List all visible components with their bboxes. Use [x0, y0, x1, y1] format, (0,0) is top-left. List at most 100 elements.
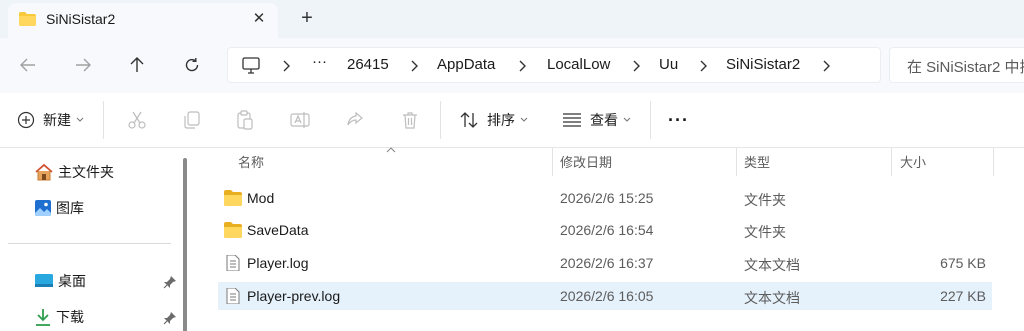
share-icon — [347, 111, 363, 126]
file-name: Mod — [247, 190, 275, 206]
breadcrumb-26415[interactable]: 26415 — [347, 56, 389, 73]
sidebar-item-label: 下载 — [56, 309, 84, 325]
sidebar-item-home[interactable]: 主文件夹 — [34, 160, 114, 184]
share-button[interactable] — [345, 105, 365, 135]
paste-icon — [237, 110, 253, 130]
file-name: Player.log — [247, 255, 309, 271]
sidebar-item-label: 主文件夹 — [58, 164, 114, 180]
arrow-right-icon — [76, 58, 91, 72]
sidebar-item-desktop[interactable]: 桌面 — [34, 269, 86, 293]
back-button[interactable] — [13, 51, 43, 79]
sort-icon — [460, 112, 478, 128]
column-header-modified[interactable]: 修改日期 — [560, 152, 612, 171]
chevron-right-icon[interactable] — [517, 59, 527, 73]
tab-sinisistar2[interactable]: SiNiSistar2 ✕ — [8, 3, 278, 38]
refresh-button[interactable] — [177, 51, 207, 79]
delete-button[interactable] — [400, 105, 420, 135]
toolbar-divider — [650, 101, 651, 139]
file-size: 675 KB — [940, 255, 986, 271]
address-bar[interactable]: ··· 26415 AppData LocalLow Uu SiNiSistar… — [227, 47, 881, 83]
sidebar-divider — [8, 243, 171, 244]
new-label: 新建 — [43, 112, 71, 128]
address-more-button[interactable]: ··· — [312, 53, 327, 70]
sidebar-item-downloads[interactable]: 下载 — [34, 305, 84, 329]
tab-title: SiNiSistar2 — [46, 11, 116, 27]
file-type: 文本文档 — [744, 290, 800, 306]
breadcrumb-appdata[interactable]: AppData — [437, 56, 495, 73]
column-divider[interactable] — [993, 148, 994, 176]
file-list: 名称 修改日期 类型 大小 Mod 2026/2/6 15:25 文件夹 Sav… — [200, 147, 1024, 331]
new-tab-button[interactable]: + — [295, 6, 319, 30]
chevron-right-icon[interactable] — [281, 59, 291, 73]
file-modified: 2026/2/6 15:25 — [560, 190, 654, 206]
chevron-right-icon[interactable] — [631, 59, 641, 73]
toolbar-divider — [440, 101, 441, 139]
table-row[interactable]: Mod 2026/2/6 15:25 文件夹 — [218, 184, 992, 212]
chevron-down-icon — [520, 117, 528, 122]
column-divider[interactable] — [736, 148, 737, 176]
view-list-icon — [563, 113, 581, 127]
rename-icon — [290, 112, 310, 128]
search-input[interactable]: 在 SiNiSistar2 中搜索 — [889, 47, 1024, 83]
more-options-button[interactable]: ··· — [668, 105, 689, 135]
arrow-up-icon — [130, 57, 144, 72]
cut-button[interactable] — [127, 105, 147, 135]
file-type: 文件夹 — [744, 224, 786, 240]
file-name: SaveData — [247, 222, 309, 238]
file-type: 文件夹 — [744, 192, 786, 208]
column-divider[interactable] — [891, 148, 892, 176]
sort-ascending-icon — [386, 147, 396, 153]
sort-label: 排序 — [487, 112, 515, 128]
sidebar-scrollbar[interactable] — [183, 158, 187, 331]
plus-circle-icon — [17, 111, 35, 129]
sidebar-item-gallery[interactable]: 图库 — [34, 196, 84, 220]
breadcrumb-uu[interactable]: Uu — [659, 56, 678, 73]
file-modified: 2026/2/6 16:54 — [560, 222, 654, 238]
tab-strip: SiNiSistar2 ✕ + — [0, 0, 1024, 38]
chevron-down-icon — [623, 117, 631, 122]
text-document-icon — [226, 288, 240, 304]
chevron-right-icon[interactable] — [409, 59, 419, 73]
download-icon — [36, 309, 50, 326]
chevron-right-icon[interactable] — [821, 59, 831, 73]
column-divider[interactable] — [552, 148, 553, 176]
arrow-left-icon — [20, 58, 35, 72]
breadcrumb-sinisistar2[interactable]: SiNiSistar2 — [726, 56, 800, 73]
column-header-size[interactable]: 大小 — [900, 152, 926, 171]
table-row[interactable]: Player-prev.log 2026/2/6 16:05 文本文档 227 … — [218, 282, 992, 310]
copy-button[interactable] — [182, 105, 202, 135]
column-header-name[interactable]: 名称 — [238, 152, 264, 171]
file-modified: 2026/2/6 16:05 — [560, 288, 654, 304]
navigation-bar: ··· 26415 AppData LocalLow Uu SiNiSistar… — [0, 38, 1024, 93]
view-button[interactable]: 查看 — [562, 105, 631, 135]
new-button[interactable]: 新建 — [17, 105, 84, 135]
up-button[interactable] — [122, 51, 152, 79]
text-document-icon — [226, 255, 240, 271]
folder-icon — [19, 12, 36, 26]
pin-icon[interactable] — [163, 311, 177, 325]
command-bar: 新建 排序 查看 ··· — [0, 93, 1024, 148]
search-placeholder: 在 SiNiSistar2 中搜索 — [907, 59, 1024, 76]
folder-icon — [224, 222, 242, 238]
forward-button[interactable] — [68, 51, 98, 79]
computer-icon — [242, 57, 260, 74]
pin-icon[interactable] — [163, 275, 177, 289]
copy-icon — [184, 111, 200, 129]
refresh-icon — [185, 58, 199, 72]
sidebar-item-label: 图库 — [56, 200, 84, 216]
column-header-type[interactable]: 类型 — [744, 152, 770, 171]
desktop-icon — [35, 274, 53, 287]
close-tab-icon[interactable]: ✕ — [248, 7, 270, 29]
scissors-icon — [128, 111, 146, 129]
paste-button[interactable] — [235, 105, 255, 135]
rename-button[interactable] — [290, 105, 310, 135]
table-row[interactable]: SaveData 2026/2/6 16:54 文件夹 — [218, 216, 992, 244]
chevron-right-icon[interactable] — [698, 59, 708, 73]
toolbar-divider — [103, 101, 104, 139]
file-name: Player-prev.log — [247, 288, 341, 304]
sort-button[interactable]: 排序 — [459, 105, 528, 135]
table-row[interactable]: Player.log 2026/2/6 16:37 文本文档 675 KB — [218, 249, 992, 277]
chevron-down-icon — [76, 117, 84, 122]
file-type: 文本文档 — [744, 257, 800, 273]
breadcrumb-locallow[interactable]: LocalLow — [547, 56, 610, 73]
